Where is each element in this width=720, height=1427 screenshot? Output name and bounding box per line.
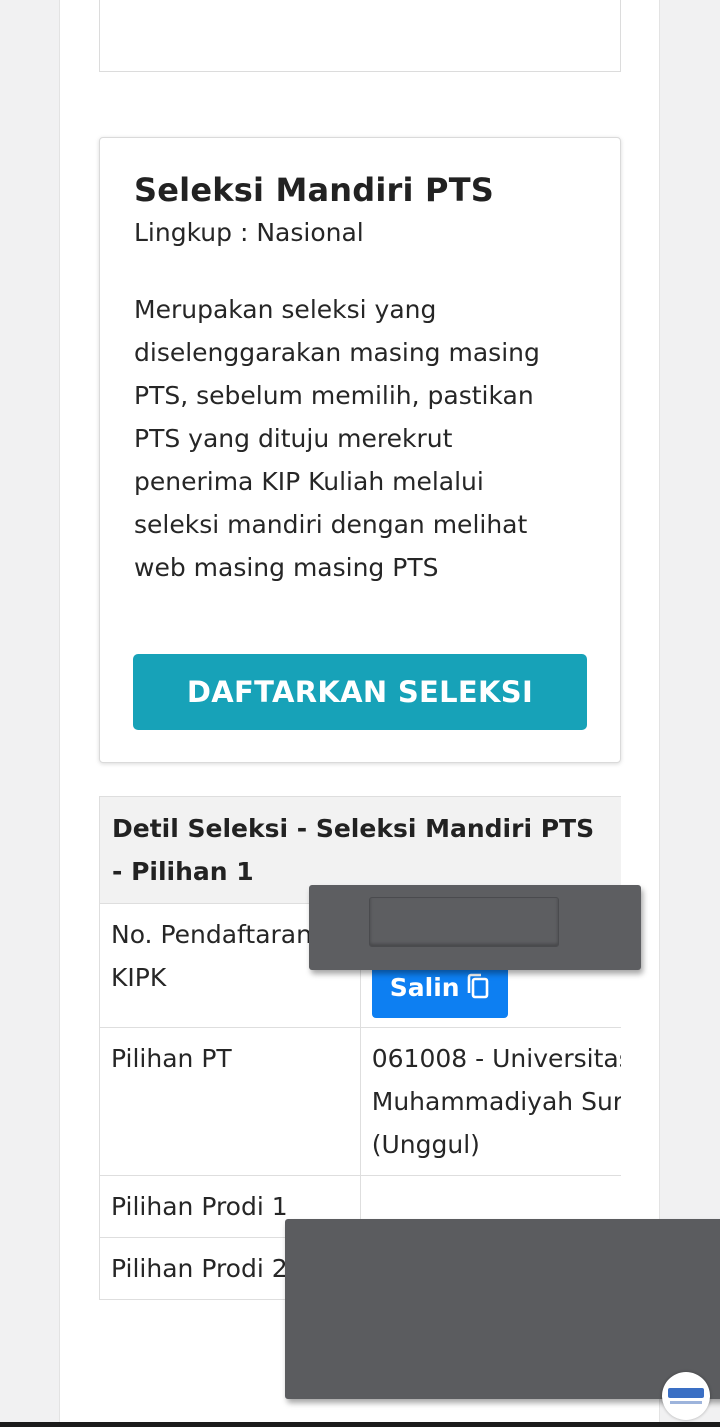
watermark-underline [670,1401,702,1404]
university-choice-value: 061008 - Universitas Muhammadiyah Suraka… [371,1044,621,1159]
redaction-block [285,1219,720,1399]
selection-description: Merupakan seleksi yang diselenggarakan m… [134,295,540,582]
watermark-logo [662,1372,710,1420]
table-row: Pilihan PT 061008 - Universitas Muhammad… [99,1027,621,1176]
selection-card: Seleksi Mandiri PTS Lingkup : Nasional M… [99,137,621,763]
redaction-block [309,885,641,970]
selection-scope: Lingkup : Nasional [134,218,364,247]
register-selection-button[interactable]: DAFTARKAN SELEKSI [133,654,587,730]
row-label-university-choice: Pilihan PT [99,1027,361,1176]
watermark-mark [668,1388,704,1398]
copy-button-label: Salin [389,972,460,1002]
redaction-inner [369,897,559,947]
screen-bottom-edge [0,1422,720,1427]
university-choice-cell: 061008 - Universitas Muhammadiyah Suraka… [359,1027,621,1176]
selection-title: Seleksi Mandiri PTS [134,171,494,209]
copy-icon [467,973,488,999]
previous-card [99,0,621,72]
